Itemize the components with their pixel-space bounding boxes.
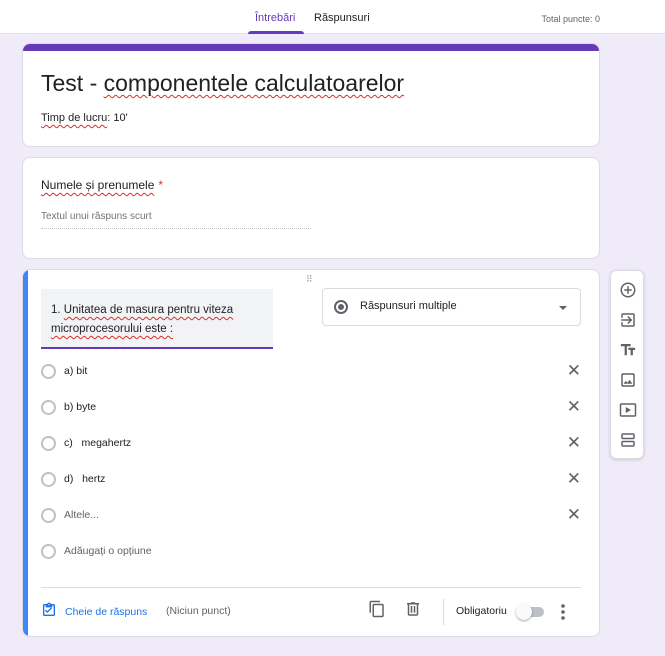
option-row-other[interactable]: Altele... ✕ [41,505,581,527]
add-circle-icon[interactable] [619,281,637,299]
answer-key-button[interactable]: Cheie de răspuns [41,602,148,623]
image-icon[interactable] [619,371,637,389]
required-toggle[interactable] [516,604,544,620]
question-type-dropdown[interactable]: Răspunsuri multiple [322,288,581,326]
form-description-prefix: Timp de lucru [41,112,108,124]
answer-key-label: Cheie de răspuns [65,606,148,618]
form-title-text: Test - componentele calculatoarelor [41,70,404,96]
radio-circle-icon [41,436,56,451]
option-row[interactable]: a) bit ✕ [41,361,581,383]
tab-responses[interactable]: Răspunsuri [314,12,370,24]
tab-questions[interactable]: Întrebări [255,12,295,24]
question-text-line2: microprocesorului este : [51,320,263,339]
form-title-card[interactable]: Test - componentele calculatoarelor Timp… [22,43,600,147]
question-text-input[interactable]: 1. Unitatea de masura pentru viteza micr… [41,289,273,349]
video-icon[interactable] [619,401,637,419]
radio-circle-icon [41,544,56,559]
required-asterisk: * [158,178,164,192]
short-answer-placeholder: Textul unui răspuns scurt [41,211,311,229]
name-question-text: Numele și prenumele [41,178,155,192]
points-label: (Niciun punct) [166,605,231,617]
question-card[interactable]: ⠿ 1. Unitatea de masura pentru viteza mi… [22,269,600,637]
form-description-suffix: : 10' [107,112,128,124]
remove-option-icon[interactable]: ✕ [567,361,581,381]
question-type-label: Răspunsuri multiple [360,300,457,312]
section-icon[interactable] [619,431,637,449]
add-option-button[interactable]: Adăugați o opțiune [64,545,152,557]
title-card-accent [23,44,599,51]
chevron-down-icon [559,306,567,310]
question-text-line2-content: microprocesorului este : [51,323,174,335]
add-option-row[interactable]: Adăugați o opțiune [41,543,581,563]
radio-circle-icon [41,364,56,379]
footer-divider [41,587,581,588]
more-options-icon[interactable] [560,603,566,626]
radio-circle-icon [41,472,56,487]
footer-separator [443,599,444,625]
drag-handle-icon[interactable]: ⠿ [306,274,314,285]
radio-circle-icon [41,508,56,523]
question-text-line1-content: 1. Unitatea de masura pentru viteza [51,304,233,316]
name-question-label: Numele și prenumele * [41,178,163,192]
total-points: Total puncte: 0 [541,14,600,24]
top-bar: Întrebări Răspunsuri Total puncte: 0 [0,0,665,34]
option-row[interactable]: c) megahertz ✕ [41,433,581,455]
title-text-icon[interactable] [619,341,637,359]
option-label[interactable]: a) bit [64,365,87,377]
delete-icon[interactable] [404,600,422,623]
active-tab-indicator [248,31,304,34]
remove-option-icon[interactable]: ✕ [567,505,581,525]
import-question-icon[interactable] [619,311,637,329]
form-title-prefix: Test - [41,70,104,96]
name-question-card[interactable]: Numele și prenumele * Textul unui răspuns… [22,157,600,259]
floating-toolbar [610,270,644,459]
question-number: 1. [51,304,64,316]
option-row[interactable]: b) byte ✕ [41,397,581,419]
remove-option-icon[interactable]: ✕ [567,433,581,453]
option-label[interactable]: b) byte [64,401,96,413]
question-text-line1: 1. Unitatea de masura pentru viteza [51,301,263,320]
required-label: Obligatoriu [456,605,507,617]
remove-option-icon[interactable]: ✕ [567,469,581,489]
option-label[interactable]: c) megahertz [64,437,131,449]
form-title-main: componentele calculatoarelor [103,70,405,96]
remove-option-icon[interactable]: ✕ [567,397,581,417]
active-question-indicator [23,270,28,636]
option-label-other: Altele... [64,509,100,521]
radio-circle-icon [41,400,56,415]
multiple-choice-icon [334,300,348,314]
option-row[interactable]: d) hertz ✕ [41,469,581,491]
question-text-main: Unitatea de masura pentru viteza [63,304,234,316]
option-label[interactable]: d) hertz [64,473,105,485]
form-description[interactable]: Timp de lucru: 10' [41,112,128,124]
toggle-knob [516,604,532,620]
duplicate-icon[interactable] [368,600,386,623]
form-title[interactable]: Test - componentele calculatoarelor [41,70,404,97]
answer-key-icon [41,602,57,623]
